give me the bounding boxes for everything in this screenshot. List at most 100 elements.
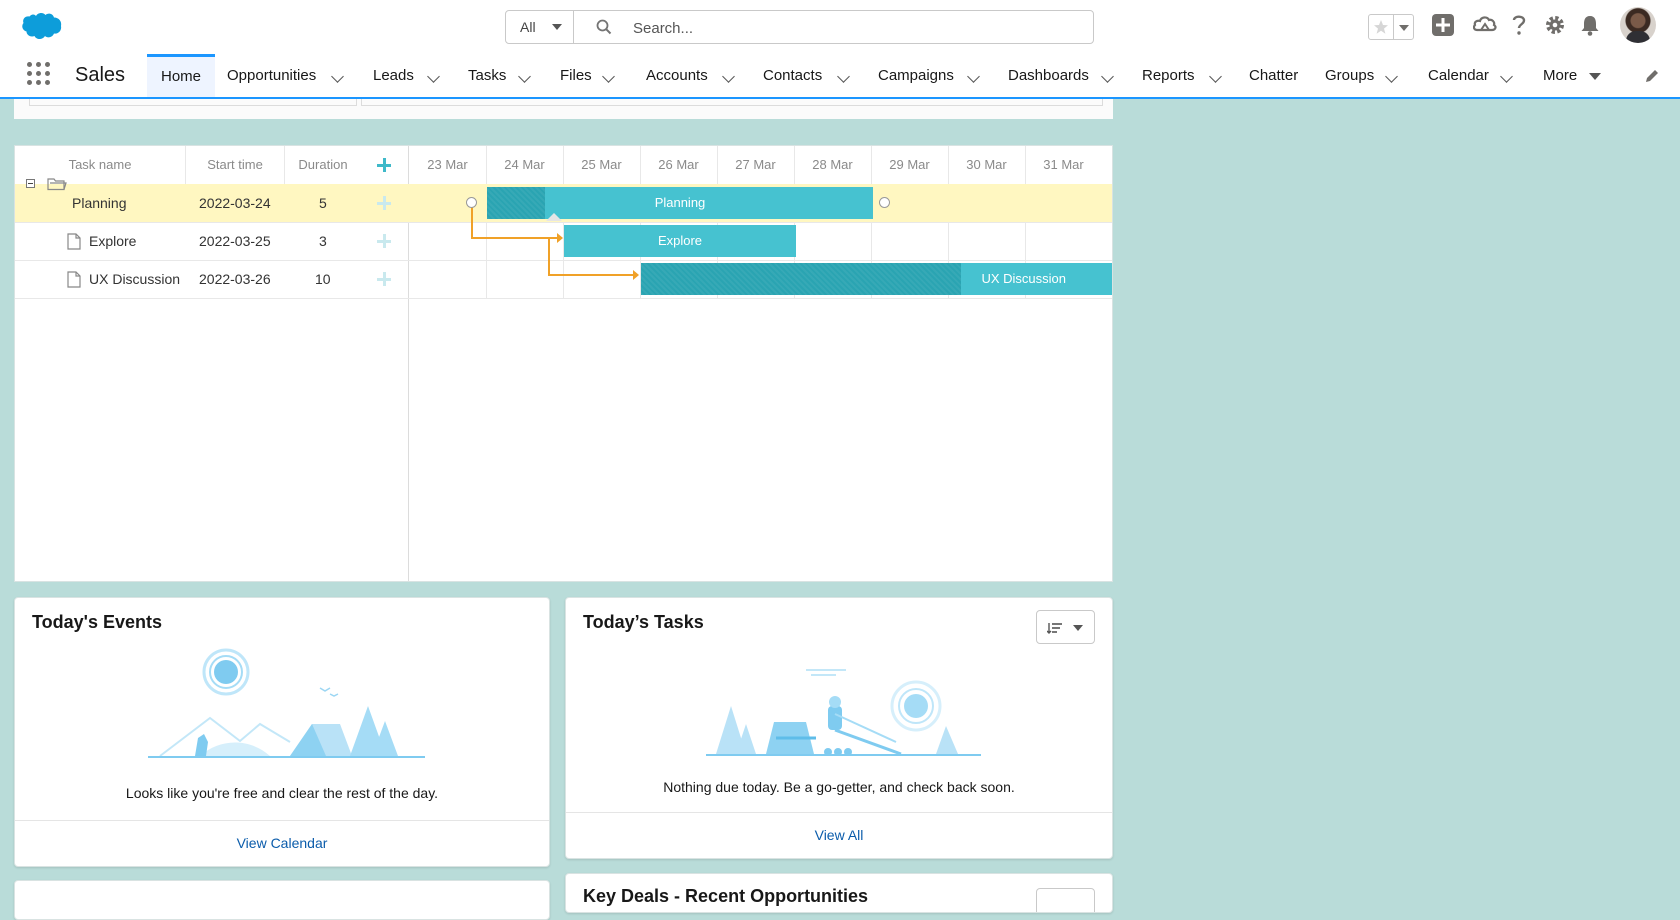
task-duration: 5 bbox=[319, 195, 327, 211]
tab-label: Chatter bbox=[1249, 67, 1299, 84]
search-icon bbox=[596, 19, 612, 35]
tab-label: Reports bbox=[1142, 67, 1195, 84]
task-start: 2022-03-26 bbox=[199, 271, 271, 287]
bar-label: UX Discussion bbox=[981, 271, 1066, 286]
arrow-right-icon bbox=[557, 233, 563, 243]
timeline-date-header: 24 Mar bbox=[504, 157, 545, 172]
tab-files[interactable]: Files bbox=[560, 54, 592, 97]
link-handle-start[interactable] bbox=[466, 197, 477, 208]
bar-label: Planning bbox=[654, 195, 706, 210]
card-footer: View Calendar bbox=[15, 820, 549, 866]
chevron-down-icon[interactable] bbox=[1500, 70, 1513, 83]
gear-icon[interactable] bbox=[1544, 14, 1566, 36]
dependency-link[interactable] bbox=[471, 204, 473, 238]
add-subtask-button[interactable] bbox=[377, 234, 391, 248]
search-input[interactable] bbox=[631, 16, 1075, 40]
tab-groups[interactable]: Groups bbox=[1325, 54, 1374, 97]
collapse-icon[interactable] bbox=[26, 179, 35, 188]
file-icon bbox=[67, 233, 81, 250]
bell-icon[interactable] bbox=[1580, 14, 1600, 36]
trailhead-icon[interactable] bbox=[1473, 14, 1497, 36]
dependency-link[interactable] bbox=[471, 237, 560, 239]
tab-accounts[interactable]: Accounts bbox=[646, 54, 708, 97]
global-actions-plus-icon[interactable] bbox=[1432, 14, 1454, 36]
timeline-date-header: 30 Mar bbox=[966, 157, 1007, 172]
tab-tasks[interactable]: Tasks bbox=[468, 54, 506, 97]
tab-label: Home bbox=[160, 68, 201, 85]
chevron-down-icon[interactable] bbox=[1209, 70, 1222, 83]
view-calendar-link[interactable]: View Calendar bbox=[15, 821, 549, 866]
task-duration: 10 bbox=[315, 271, 331, 287]
global-search: All bbox=[505, 10, 1094, 44]
tab-calendar[interactable]: Calendar bbox=[1428, 54, 1489, 97]
add-task-button[interactable] bbox=[377, 158, 391, 172]
task-name: UX Discussion bbox=[89, 271, 181, 287]
tab-leads[interactable]: Leads bbox=[373, 54, 414, 97]
task-name: Explore bbox=[89, 233, 137, 249]
tab-label: Files bbox=[560, 67, 592, 84]
edit-nav-icon[interactable] bbox=[1644, 68, 1660, 84]
tab-label: More bbox=[1543, 67, 1578, 84]
tab-label: Accounts bbox=[646, 67, 708, 84]
tab-chatter[interactable]: Chatter bbox=[1249, 54, 1298, 97]
gantt-bar-planning[interactable]: Planning bbox=[487, 187, 873, 219]
progress-fill bbox=[487, 187, 545, 219]
timeline-date-header: 28 Mar bbox=[812, 157, 853, 172]
chevron-down-icon[interactable] bbox=[331, 70, 344, 83]
dependency-link[interactable] bbox=[548, 274, 636, 276]
tab-more[interactable]: More bbox=[1543, 54, 1577, 97]
gantt-bar-ux-discussion[interactable]: UX Discussion bbox=[641, 263, 1112, 295]
help-icon[interactable] bbox=[1511, 14, 1527, 36]
empty-state-tasks-illustration bbox=[706, 669, 981, 756]
view-all-link[interactable]: View All bbox=[566, 813, 1112, 858]
empty-state-message: Looks like you're free and clear the res… bbox=[125, 785, 439, 801]
previous-card-bottom bbox=[14, 99, 1113, 119]
chevron-down-icon[interactable] bbox=[1101, 70, 1114, 83]
caret-down-icon bbox=[552, 24, 562, 30]
gantt-bar-explore[interactable]: Explore bbox=[564, 225, 796, 257]
search-scope-select[interactable]: All bbox=[506, 11, 574, 43]
chevron-down-icon[interactable] bbox=[602, 70, 615, 83]
progress-drag-handle[interactable] bbox=[546, 213, 562, 221]
tab-reports[interactable]: Reports bbox=[1142, 54, 1195, 97]
chevron-down-icon[interactable] bbox=[837, 70, 850, 83]
chevron-down-icon[interactable] bbox=[967, 70, 980, 83]
sort-filter-button[interactable] bbox=[1036, 610, 1095, 644]
tab-campaigns[interactable]: Campaigns bbox=[878, 54, 954, 97]
todays-events-card: Today's Events Looks like you're free an… bbox=[14, 597, 550, 867]
column-header-start-time[interactable]: Start time bbox=[186, 146, 284, 184]
user-avatar[interactable] bbox=[1620, 7, 1656, 43]
tab-opportunities[interactable]: Opportunities bbox=[227, 54, 316, 97]
tab-contacts[interactable]: Contacts bbox=[763, 54, 822, 97]
sort-icon bbox=[1047, 623, 1062, 634]
caret-down-icon[interactable] bbox=[1589, 73, 1601, 80]
global-header: All Sales bbox=[0, 0, 1680, 99]
add-subtask-button[interactable] bbox=[377, 196, 391, 210]
link-handle-end[interactable] bbox=[879, 197, 890, 208]
column-header-task-name[interactable]: Task name bbox=[15, 146, 185, 184]
card-footer: View All bbox=[566, 812, 1112, 858]
tab-home[interactable]: Home bbox=[147, 54, 215, 97]
dependency-link[interactable] bbox=[548, 239, 550, 275]
file-icon bbox=[67, 271, 81, 288]
add-subtask-button[interactable] bbox=[377, 272, 391, 286]
bar-label: Explore bbox=[657, 233, 703, 248]
tab-label: Leads bbox=[373, 67, 414, 84]
app-launcher-icon[interactable] bbox=[27, 62, 51, 86]
favorites-button[interactable] bbox=[1368, 14, 1414, 40]
salesforce-logo[interactable] bbox=[17, 11, 63, 43]
tab-dashboards[interactable]: Dashboards bbox=[1008, 54, 1089, 97]
timeline-date-header: 25 Mar bbox=[581, 157, 622, 172]
column-header-duration[interactable]: Duration bbox=[285, 146, 361, 184]
chevron-down-icon[interactable] bbox=[1385, 70, 1398, 83]
card-action-button[interactable] bbox=[1036, 888, 1095, 912]
tab-label: Campaigns bbox=[878, 67, 954, 84]
empty-state-message: Nothing due today. Be a go-getter, and c… bbox=[663, 779, 1015, 795]
app-name: Sales bbox=[75, 64, 126, 86]
card-title: Today’s Tasks bbox=[583, 612, 704, 632]
timeline-date-header: 26 Mar bbox=[658, 157, 699, 172]
chevron-down-icon[interactable] bbox=[427, 70, 440, 83]
caret-down-icon[interactable] bbox=[1399, 25, 1409, 31]
chevron-down-icon[interactable] bbox=[518, 70, 531, 83]
chevron-down-icon[interactable] bbox=[722, 70, 735, 83]
